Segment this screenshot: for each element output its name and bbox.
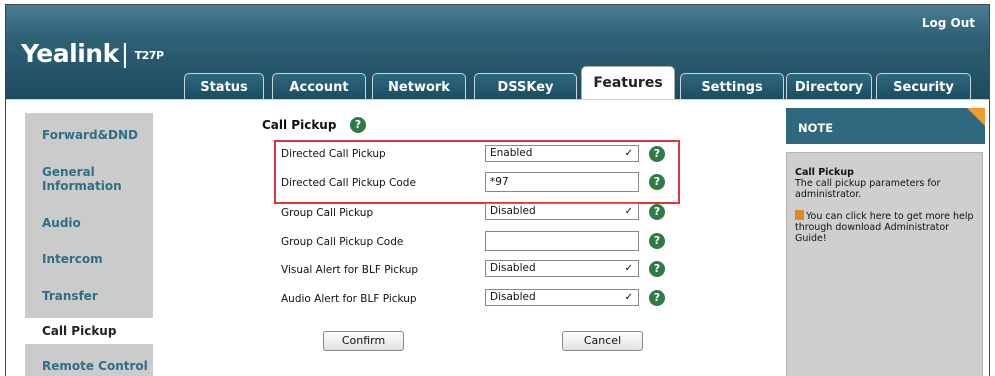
- note-description: The call pickup parameters for administr…: [795, 178, 941, 200]
- sidebar: Forward&DND General Information Audio In…: [25, 113, 185, 376]
- tab-divider: [6, 99, 989, 100]
- tab-network[interactable]: Network: [372, 73, 466, 100]
- chevron-down-icon: ✓: [624, 206, 633, 217]
- sidebar-item-transfer[interactable]: Transfer: [25, 289, 153, 303]
- main-tabs: Status Account Network DSSKey Features S…: [6, 62, 989, 100]
- group-call-pickup-code-input[interactable]: [485, 231, 639, 251]
- help-icon[interactable]: ?: [649, 204, 665, 220]
- help-icon[interactable]: ?: [649, 174, 665, 190]
- confirm-button[interactable]: Confirm: [323, 331, 404, 351]
- tab-account[interactable]: Account: [272, 73, 366, 100]
- tab-features[interactable]: Features: [581, 66, 675, 100]
- help-icon[interactable]: ?: [649, 233, 665, 249]
- field-label: Group Call Pickup Code: [281, 236, 404, 248]
- help-icon[interactable]: ?: [649, 290, 665, 306]
- tab-settings[interactable]: Settings: [680, 73, 784, 100]
- visual-alert-blf-select[interactable]: Disabled ✓: [485, 260, 639, 277]
- chevron-down-icon: ✓: [624, 292, 633, 303]
- field-label: Audio Alert for BLF Pickup: [281, 293, 417, 305]
- sidebar-item-remote-control[interactable]: Remote Control: [25, 359, 153, 373]
- field-label: Directed Call Pickup: [281, 148, 386, 160]
- browser-frame: Yealink| T27P Log Out Status Account Netw…: [5, 4, 990, 376]
- field-label: Group Call Pickup: [281, 207, 374, 219]
- tab-directory[interactable]: Directory: [786, 73, 872, 100]
- help-icon[interactable]: ?: [350, 117, 366, 133]
- tab-status[interactable]: Status: [184, 73, 264, 100]
- chevron-down-icon: ✓: [624, 148, 633, 159]
- note-title: Call Pickup: [795, 167, 854, 178]
- sidebar-item-intercom[interactable]: Intercom: [25, 252, 153, 266]
- corner-accent: [967, 108, 985, 126]
- field-label: Directed Call Pickup Code: [281, 177, 416, 189]
- sidebar-item-call-pickup[interactable]: Call Pickup: [25, 318, 185, 344]
- directed-call-pickup-code-input[interactable]: *97: [485, 172, 639, 192]
- sidebar-item-general-information[interactable]: General Information: [25, 165, 145, 193]
- cancel-button[interactable]: Cancel: [562, 331, 643, 351]
- book-icon: [795, 210, 804, 220]
- tab-dsskey[interactable]: DSSKey: [474, 73, 577, 100]
- tab-security[interactable]: Security: [876, 73, 971, 100]
- directed-call-pickup-select[interactable]: Enabled ✓: [485, 145, 639, 162]
- note-heading: NOTE: [786, 108, 985, 144]
- logout-link[interactable]: Log Out: [922, 16, 975, 30]
- section-title: Call Pickup: [262, 118, 337, 132]
- sidebar-item-audio[interactable]: Audio: [25, 216, 153, 230]
- audio-alert-blf-select[interactable]: Disabled ✓: [485, 289, 639, 306]
- group-call-pickup-select[interactable]: Disabled ✓: [485, 203, 639, 220]
- note-panel: NOTE Call Pickup The call pickup paramet…: [786, 108, 985, 376]
- help-icon[interactable]: ?: [649, 146, 665, 162]
- field-label: Visual Alert for BLF Pickup: [281, 264, 419, 276]
- chevron-down-icon: ✓: [624, 263, 633, 274]
- note-help-link[interactable]: You can click here to get more help thro…: [795, 210, 974, 244]
- sidebar-item-forward-dnd[interactable]: Forward&DND: [25, 128, 153, 142]
- note-body: Call Pickup The call pickup parameters f…: [786, 152, 983, 376]
- help-icon[interactable]: ?: [649, 261, 665, 277]
- header-bar: Yealink| T27P Log Out Status Account Netw…: [6, 5, 989, 100]
